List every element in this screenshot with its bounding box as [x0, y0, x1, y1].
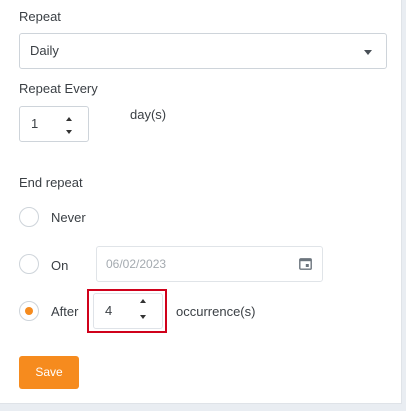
repeat-every-stepper[interactable]: 1 — [19, 106, 89, 142]
radio-never[interactable] — [19, 207, 39, 227]
chevron-down-icon — [364, 50, 372, 55]
occurrences-unit: occurrence(s) — [176, 304, 256, 319]
save-button[interactable]: Save — [19, 356, 79, 389]
end-date-field[interactable]: 06/02/2023 — [96, 246, 323, 282]
occurrences-stepper[interactable]: 4 — [93, 293, 163, 329]
occurrences-value: 4 — [105, 303, 113, 318]
decrement-arrow-icon[interactable] — [140, 315, 146, 319]
repeat-frequency-select[interactable]: Daily — [19, 33, 387, 69]
radio-on[interactable] — [19, 254, 39, 274]
end-repeat-label: End repeat — [19, 175, 83, 190]
radio-never-label: Never — [51, 210, 86, 225]
increment-arrow-icon[interactable] — [140, 299, 146, 303]
recurrence-panel: Repeat Daily Repeat Every 1 day(s) End r… — [0, 0, 402, 404]
increment-arrow-icon[interactable] — [66, 117, 72, 121]
repeat-every-label: Repeat Every — [19, 81, 98, 96]
repeat-every-unit: day(s) — [130, 107, 167, 122]
repeat-every-value: 1 — [31, 116, 39, 131]
calendar-icon[interactable] — [299, 257, 312, 270]
end-date-placeholder: 06/02/2023 — [106, 257, 167, 271]
radio-after-label: After — [51, 304, 79, 319]
spinner — [140, 299, 150, 319]
radio-after[interactable] — [19, 301, 39, 321]
spinner — [66, 117, 76, 135]
decrement-arrow-icon[interactable] — [66, 130, 72, 134]
repeat-label: Repeat — [19, 9, 61, 24]
radio-on-label: On — [51, 258, 69, 273]
repeat-frequency-value: Daily — [30, 43, 59, 58]
